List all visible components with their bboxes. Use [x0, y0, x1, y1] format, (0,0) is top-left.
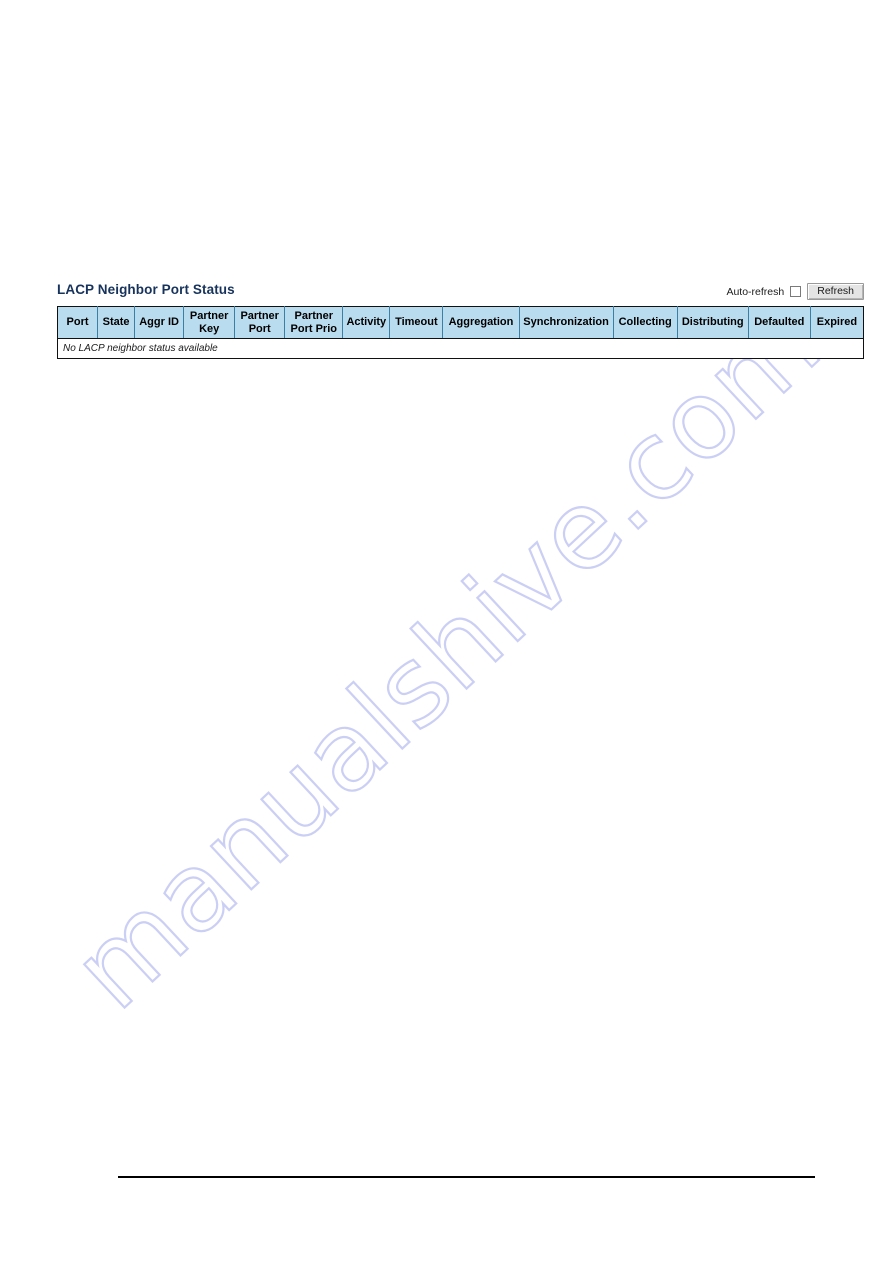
table-header-row: Port State Aggr ID Partner Key Partner P…: [57, 306, 864, 339]
column-header-synchronization[interactable]: Synchronization: [518, 306, 614, 339]
column-header-defaulted[interactable]: Defaulted: [747, 306, 811, 339]
empty-state-message: No LACP neighbor status available: [57, 338, 864, 359]
table-body: No LACP neighbor status available: [57, 338, 864, 359]
column-header-state[interactable]: State: [97, 306, 136, 339]
page-title: LACP Neighbor Port Status: [57, 282, 235, 297]
column-header-aggr-id[interactable]: Aggr ID: [134, 306, 185, 339]
column-header-port[interactable]: Port: [57, 306, 99, 339]
column-header-aggregation[interactable]: Aggregation: [442, 306, 520, 339]
table-header: Port State Aggr ID Partner Key Partner P…: [57, 306, 864, 339]
panel-header: LACP Neighbor Port Status Auto-refresh R…: [57, 282, 864, 302]
column-header-collecting[interactable]: Collecting: [612, 306, 678, 339]
page-content: LACP Neighbor Port Status Auto-refresh R…: [0, 0, 893, 1263]
refresh-toolbar: Auto-refresh Refresh: [726, 283, 864, 300]
lacp-neighbor-status-table: Port State Aggr ID Partner Key Partner P…: [57, 306, 864, 359]
table-empty-row: No LACP neighbor status available: [57, 338, 864, 359]
auto-refresh-label: Auto-refresh: [726, 285, 785, 298]
column-header-expired[interactable]: Expired: [809, 306, 864, 339]
lacp-neighbor-port-status-panel: LACP Neighbor Port Status Auto-refresh R…: [57, 282, 864, 359]
column-header-timeout[interactable]: Timeout: [389, 306, 444, 339]
column-header-partner-port[interactable]: Partner Port: [234, 306, 286, 339]
refresh-button[interactable]: Refresh: [807, 283, 864, 300]
column-header-activity[interactable]: Activity: [342, 306, 391, 339]
column-header-distributing[interactable]: Distributing: [676, 306, 749, 339]
column-header-partner-port-prio[interactable]: Partner Port Prio: [284, 306, 344, 339]
column-header-partner-key[interactable]: Partner Key: [183, 306, 236, 339]
footer-divider: [118, 1176, 815, 1178]
auto-refresh-checkbox[interactable]: [790, 286, 802, 297]
